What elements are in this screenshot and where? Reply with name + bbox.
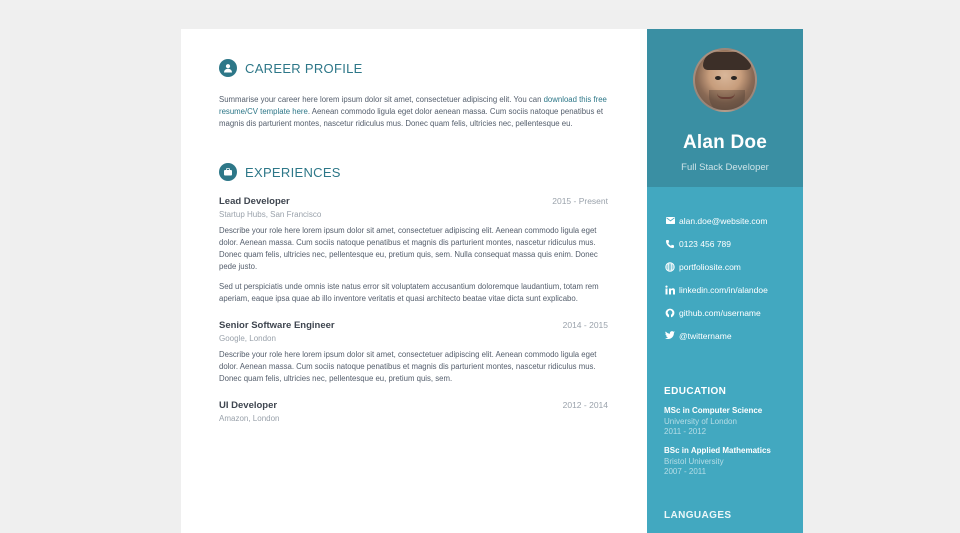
education-years: 2011 - 2012 bbox=[664, 427, 707, 436]
career-profile-title: CAREER PROFILE bbox=[245, 60, 363, 76]
avatar bbox=[693, 48, 757, 112]
twitter-icon bbox=[664, 330, 676, 342]
job-company: Google, London bbox=[219, 334, 276, 343]
job-item: Senior Software Engineer 2014 - 2015 Goo… bbox=[219, 320, 608, 385]
profile-name: Alan Doe bbox=[683, 132, 767, 153]
main-content: CAREER PROFILE Summarise your career her… bbox=[181, 29, 647, 533]
contact-twitter[interactable]: @twittername bbox=[664, 324, 803, 347]
envelope-icon bbox=[664, 215, 676, 227]
contact-linkedin-text: linkedin.com/in/alandoe bbox=[679, 284, 768, 295]
job-time: 2014 - 2015 bbox=[562, 320, 608, 330]
education-school: University of London bbox=[664, 417, 737, 426]
page-background: CAREER PROFILE Summarise your career her… bbox=[10, 10, 950, 533]
job-description: Describe your role here lorem ipsum dolo… bbox=[219, 350, 597, 383]
phone-icon bbox=[664, 238, 676, 250]
resume-card: CAREER PROFILE Summarise your career her… bbox=[181, 29, 803, 533]
experiences-title: EXPERIENCES bbox=[245, 164, 341, 180]
job-title: UI Developer bbox=[219, 400, 278, 411]
education-item: BSc in Applied Mathematics Bristol Unive… bbox=[647, 446, 803, 477]
languages-title: LANGUAGES bbox=[664, 510, 732, 521]
education-years: 2007 - 2011 bbox=[664, 467, 707, 476]
job-description: Describe your role here lorem ipsum dolo… bbox=[219, 226, 598, 271]
contact-twitter-text: @twittername bbox=[679, 330, 732, 341]
job-time: 2015 - Present bbox=[552, 196, 608, 206]
education-title: EDUCATION bbox=[664, 386, 727, 397]
job-title: Lead Developer bbox=[219, 196, 290, 207]
briefcase-icon bbox=[219, 163, 237, 181]
globe-icon bbox=[664, 261, 676, 273]
contact-linkedin[interactable]: linkedin.com/in/alandoe bbox=[664, 278, 803, 301]
job-item: Lead Developer 2015 - Present Startup Hu… bbox=[219, 196, 608, 305]
profile-header: Alan Doe Full Stack Developer bbox=[647, 29, 803, 187]
job-description-extra: Sed ut perspiciatis unde omnis iste natu… bbox=[219, 282, 599, 303]
contact-github[interactable]: github.com/username bbox=[664, 301, 803, 324]
contact-email-text: alan.doe@website.com bbox=[679, 215, 768, 226]
contact-website[interactable]: portfoliosite.com bbox=[664, 255, 803, 278]
experiences-heading: EXPERIENCES bbox=[219, 163, 625, 181]
linkedin-icon bbox=[664, 284, 676, 296]
job-title: Senior Software Engineer bbox=[219, 320, 335, 331]
job-item: UI Developer 2012 - 2014 Amazon, London bbox=[219, 400, 608, 423]
profile-tagline: Full Stack Developer bbox=[681, 162, 769, 173]
contact-phone[interactable]: 0123 456 789 bbox=[664, 232, 803, 255]
career-profile-heading: CAREER PROFILE bbox=[219, 59, 625, 77]
job-company: Amazon, London bbox=[219, 414, 280, 423]
job-time: 2012 - 2014 bbox=[562, 400, 608, 410]
contact-website-text: portfoliosite.com bbox=[679, 261, 741, 272]
education-item: MSc in Computer Science University of Lo… bbox=[647, 406, 803, 437]
education-degree: BSc in Applied Mathematics bbox=[664, 446, 771, 455]
contact-email[interactable]: alan.doe@website.com bbox=[664, 209, 803, 232]
education-school: Bristol University bbox=[664, 457, 724, 466]
contact-github-text: github.com/username bbox=[679, 307, 761, 318]
contact-phone-text: 0123 456 789 bbox=[679, 238, 731, 249]
user-icon bbox=[219, 59, 237, 77]
career-summary: Summarise your career here lorem ipsum d… bbox=[219, 94, 629, 130]
career-summary-text-a: Summarise your career here lorem ipsum d… bbox=[219, 95, 544, 104]
github-icon bbox=[664, 307, 676, 319]
contact-list: alan.doe@website.com 0123 456 789 portfo… bbox=[647, 187, 803, 347]
job-company: Startup Hubs, San Francisco bbox=[219, 210, 322, 219]
education-degree: MSc in Computer Science bbox=[664, 406, 763, 415]
sidebar: Alan Doe Full Stack Developer alan.doe@w… bbox=[647, 29, 803, 533]
